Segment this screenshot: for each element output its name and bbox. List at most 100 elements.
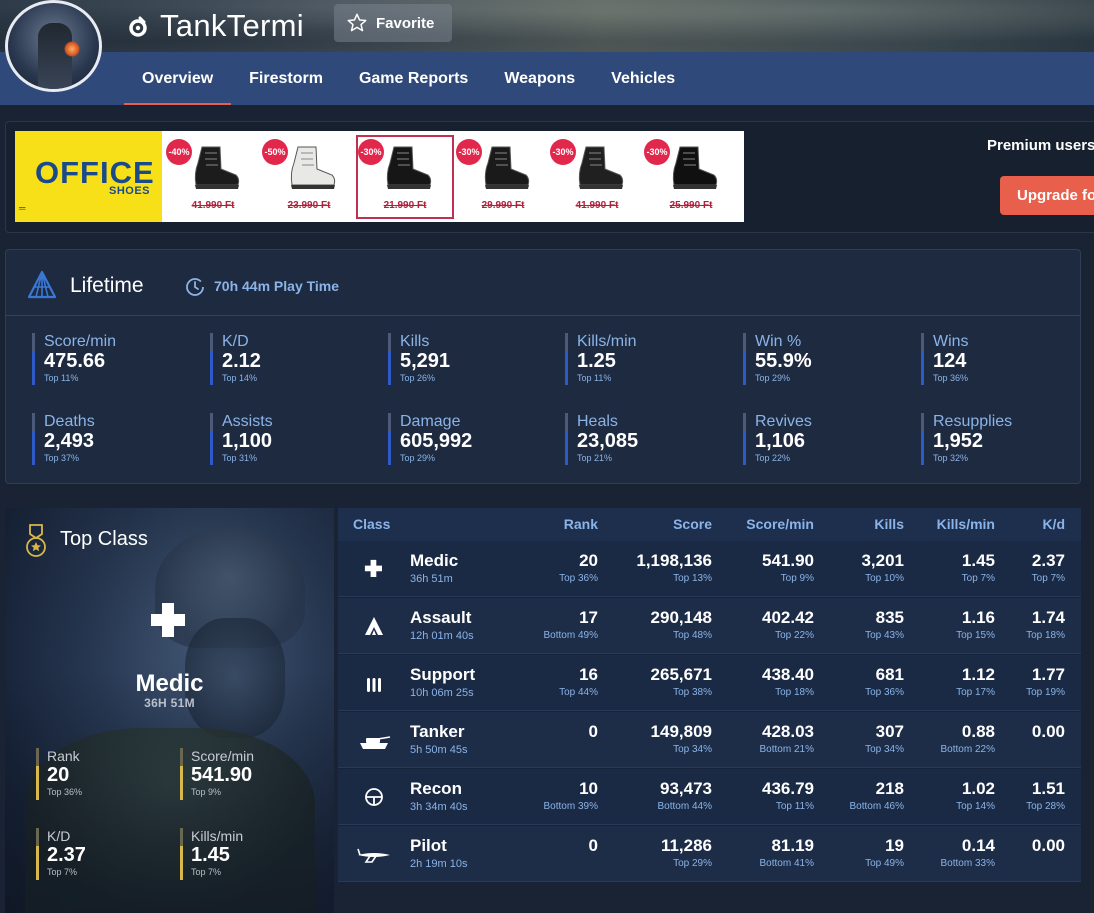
cell-rank: Top 13% bbox=[673, 573, 712, 584]
column-header-k-d[interactable]: K/d bbox=[1042, 516, 1065, 532]
ad-product[interactable]: -30% 29.990 Ft bbox=[456, 137, 550, 217]
cell-rank: Top 7% bbox=[1031, 573, 1065, 584]
top-class-stat-k-d: K/D 2.37 Top 7% bbox=[36, 828, 156, 880]
class-row-assault[interactable]: Assault 12h 01m 40s 17 Bottom 49% 290,148 Top… bbox=[338, 598, 1081, 654]
class-row-medic[interactable]: Medic 36h 51m 20 Top 36% 1,198,136 Top 13% 541… bbox=[338, 541, 1081, 597]
cell-rank: Top 17% bbox=[956, 687, 995, 698]
class-cell: 19 Top 49% bbox=[865, 836, 904, 870]
price: 21.990 Ft bbox=[383, 200, 427, 211]
stat-label: Rank bbox=[47, 748, 80, 764]
cell-value: 428.03 bbox=[762, 722, 814, 741]
discount-badge: -50% bbox=[262, 139, 288, 165]
top-class-stat-score-min: Score/min 541.90 Top 9% bbox=[180, 748, 300, 800]
class-cell: 1.16 Top 15% bbox=[956, 608, 995, 642]
upgrade-button[interactable]: Upgrade fo bbox=[1000, 176, 1094, 215]
class-row-tanker[interactable]: Tanker 5h 50m 45s 0 149,809 Top 34% 428.03 Bot… bbox=[338, 712, 1081, 768]
stat-label: Assists bbox=[222, 413, 273, 430]
stat-rank: Top 22% bbox=[755, 453, 791, 463]
stat-rank: Top 29% bbox=[400, 453, 436, 463]
favorite-label: Favorite bbox=[376, 14, 435, 32]
cell-value: 436.79 bbox=[762, 779, 814, 798]
cell-rank: Top 11% bbox=[775, 801, 814, 812]
cell-rank: Top 19% bbox=[1026, 687, 1065, 698]
column-header-score-min[interactable]: Score/min bbox=[746, 516, 814, 532]
class-name: Medic bbox=[410, 551, 459, 570]
price: 25.990 Ft bbox=[669, 200, 713, 211]
class-name: Assault bbox=[410, 608, 472, 627]
stat-value: 475.66 bbox=[44, 350, 106, 372]
cell-rank: Top 34% bbox=[865, 744, 904, 755]
stat-assists: Assists 1,100 Top 31% bbox=[210, 413, 380, 465]
class-cell: 0.00 bbox=[1032, 722, 1065, 744]
class-time: 36h 51m bbox=[410, 573, 453, 585]
class-cell: 218 Bottom 46% bbox=[850, 779, 904, 813]
ad-product[interactable]: -30% 21.990 Ft bbox=[356, 135, 454, 219]
stat-rank: Top 36% bbox=[933, 373, 969, 383]
tab-game-reports[interactable]: Game Reports bbox=[341, 52, 486, 105]
cell-value: 265,671 bbox=[650, 665, 712, 684]
cell-value: 402.42 bbox=[762, 608, 814, 627]
class-row-support[interactable]: Support 10h 06m 25s 16 Top 44% 265,671 Top 38… bbox=[338, 655, 1081, 711]
stat-deaths: Deaths 2,493 Top 37% bbox=[32, 413, 202, 465]
favorite-button[interactable]: Favorite bbox=[334, 4, 452, 42]
ad-product[interactable]: -40% 41.990 Ft bbox=[166, 137, 260, 217]
column-header-rank[interactable]: Rank bbox=[564, 516, 598, 532]
cell-rank: Bottom 21% bbox=[759, 744, 814, 755]
cell-value: 307 bbox=[875, 722, 904, 741]
discount-badge: -30% bbox=[644, 139, 670, 165]
username: TankTermi bbox=[160, 8, 304, 43]
column-header-kills[interactable]: Kills bbox=[874, 516, 904, 532]
cell-rank: Bottom 49% bbox=[543, 630, 598, 641]
class-cell: 10 Bottom 39% bbox=[544, 779, 598, 813]
class-row-pilot[interactable]: Pilot 2h 19m 10s 0 11,286 Top 29% 81.19 Bottom… bbox=[338, 826, 1081, 882]
stat-value: 55.9% bbox=[755, 350, 812, 372]
play-time: 70h 44m Play Time bbox=[214, 278, 340, 294]
cell-value: 541.90 bbox=[762, 551, 814, 570]
stat-resupplies: Resupplies 1,952 Top 32% bbox=[921, 413, 1091, 465]
class-time: 10h 06m 25s bbox=[410, 687, 474, 699]
column-header-score[interactable]: Score bbox=[673, 516, 712, 532]
stat-label: Win % bbox=[755, 333, 802, 350]
cell-value: 3,201 bbox=[861, 551, 904, 570]
stat-value: 2,493 bbox=[44, 430, 95, 452]
tab-weapons[interactable]: Weapons bbox=[486, 52, 593, 105]
class-cell: 0.00 bbox=[1032, 836, 1065, 858]
premium-text: Premium users c bbox=[987, 137, 1094, 154]
class-cell: 17 Bottom 49% bbox=[544, 608, 598, 642]
lifetime-title: Lifetime bbox=[70, 274, 144, 297]
cell-value: 1.74 bbox=[1031, 608, 1065, 627]
column-header-class[interactable]: Class bbox=[353, 516, 390, 532]
tab-firestorm[interactable]: Firestorm bbox=[231, 52, 341, 105]
class-cell: 1.77 Top 19% bbox=[1026, 665, 1065, 699]
stat-rank: Top 14% bbox=[222, 373, 258, 383]
stat-damage: Damage 605,992 Top 29% bbox=[388, 413, 558, 465]
cell-value: 149,809 bbox=[650, 722, 712, 741]
class-cell: 428.03 Bottom 21% bbox=[760, 722, 814, 756]
ad-banner[interactable]: OFFICE SHOES ═ -40% 41.990 Ft -50% 23.990 F… bbox=[15, 131, 744, 222]
column-header-kills-min[interactable]: Kills/min bbox=[937, 516, 995, 532]
assault-chevron-icon bbox=[365, 617, 383, 635]
class-row-recon[interactable]: Recon 3h 34m 40s 10 Bottom 39% 93,473 Bottom … bbox=[338, 769, 1081, 825]
class-table-header: Class Rank Score Score/min Kills Kills/min K/d bbox=[338, 508, 1081, 541]
class-cell: 20 Top 36% bbox=[559, 551, 598, 585]
stat-rank: Top 31% bbox=[222, 453, 258, 463]
ad-product[interactable]: -30% 25.990 Ft bbox=[644, 137, 738, 217]
cell-value: 0.88 bbox=[961, 722, 995, 741]
class-cell: 2.37 Top 7% bbox=[1032, 551, 1065, 585]
medic-cross-icon bbox=[364, 559, 382, 577]
cell-rank: Top 15% bbox=[956, 630, 995, 641]
tab-overview[interactable]: Overview bbox=[124, 52, 232, 105]
cell-value: 681 bbox=[875, 665, 904, 684]
class-cell: 0.88 Bottom 22% bbox=[941, 722, 995, 756]
stat-rank: Top 32% bbox=[933, 453, 969, 463]
tab-vehicles[interactable]: Vehicles bbox=[593, 52, 693, 105]
star-icon bbox=[347, 13, 367, 32]
ad-product[interactable]: -30% 41.990 Ft bbox=[550, 137, 644, 217]
stat-kills-min: Kills/min 1.25 Top 11% bbox=[565, 333, 735, 385]
cell-rank: Bottom 41% bbox=[759, 858, 814, 869]
cell-value: 1.12 bbox=[961, 665, 995, 684]
class-cell: 11,286 Top 29% bbox=[661, 836, 712, 870]
cell-rank: Bottom 22% bbox=[940, 744, 995, 755]
cell-rank: Bottom 46% bbox=[849, 801, 904, 812]
ad-product[interactable]: -50% 23.990 Ft bbox=[262, 137, 356, 217]
